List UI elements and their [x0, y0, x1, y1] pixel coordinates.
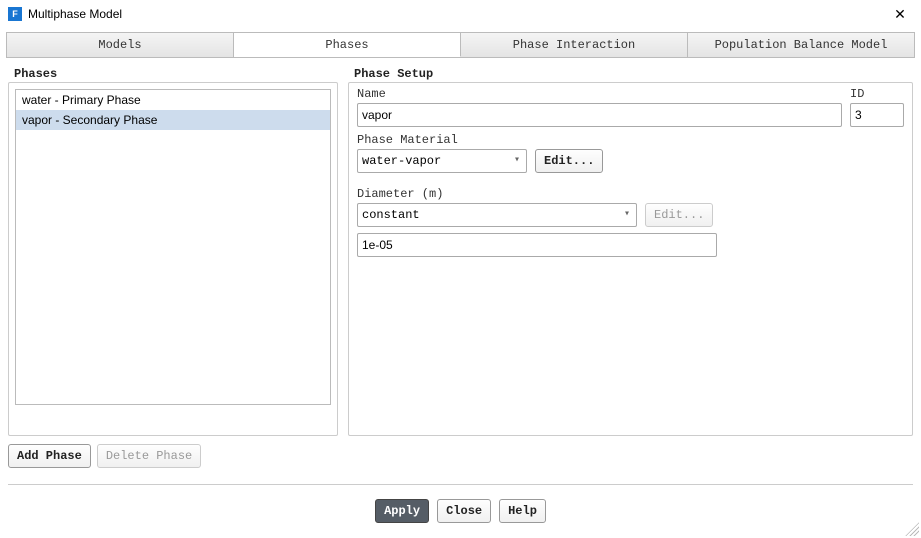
phase-setup-box: Name ID Phase Material water-vapor Edit.… — [348, 82, 913, 436]
phases-header: Phases — [12, 67, 59, 81]
phase-setup-panel: Phase Setup Name ID Phase Material water… — [348, 76, 913, 468]
phases-list[interactable]: water - Primary Phase vapor - Secondary … — [15, 89, 331, 405]
phases-box: water - Primary Phase vapor - Secondary … — [8, 82, 338, 436]
material-value: water-vapor — [362, 154, 441, 168]
tab-bar: Models Phases Phase Interaction Populati… — [6, 32, 915, 58]
name-input[interactable] — [357, 103, 842, 127]
edit-material-button[interactable]: Edit... — [535, 149, 603, 173]
diameter-label: Diameter (m) — [357, 187, 904, 201]
diameter-type-value: constant — [362, 208, 420, 222]
title-bar: F Multiphase Model ✕ — [0, 0, 921, 28]
tab-models[interactable]: Models — [7, 33, 234, 57]
tab-population-balance[interactable]: Population Balance Model — [688, 33, 914, 57]
delete-phase-button[interactable]: Delete Phase — [97, 444, 201, 468]
id-label: ID — [850, 87, 904, 101]
tab-phases[interactable]: Phases — [234, 33, 461, 57]
close-icon[interactable]: ✕ — [887, 3, 913, 25]
resize-grip-icon[interactable] — [905, 522, 919, 536]
add-phase-button[interactable]: Add Phase — [8, 444, 91, 468]
tab-phase-interaction[interactable]: Phase Interaction — [461, 33, 688, 57]
apply-button[interactable]: Apply — [375, 499, 429, 523]
phase-item-water[interactable]: water - Primary Phase — [16, 90, 330, 110]
diameter-value-input[interactable] — [357, 233, 717, 257]
content-area: Phases water - Primary Phase vapor - Sec… — [0, 58, 921, 476]
help-button[interactable]: Help — [499, 499, 546, 523]
app-icon: F — [8, 7, 22, 21]
material-label: Phase Material — [357, 133, 904, 147]
phase-buttons-row: Add Phase Delete Phase — [8, 444, 338, 468]
footer-buttons: Apply Close Help — [0, 493, 921, 529]
phase-item-vapor[interactable]: vapor - Secondary Phase — [16, 110, 330, 130]
material-select[interactable]: water-vapor — [357, 149, 527, 173]
phases-panel: Phases water - Primary Phase vapor - Sec… — [8, 76, 338, 468]
diameter-type-select[interactable]: constant — [357, 203, 637, 227]
edit-diameter-button[interactable]: Edit... — [645, 203, 713, 227]
window-title: Multiphase Model — [28, 7, 887, 21]
id-input[interactable] — [850, 103, 904, 127]
close-button[interactable]: Close — [437, 499, 491, 523]
name-label: Name — [357, 87, 842, 101]
footer-divider — [8, 484, 913, 485]
phase-setup-header: Phase Setup — [352, 67, 435, 81]
